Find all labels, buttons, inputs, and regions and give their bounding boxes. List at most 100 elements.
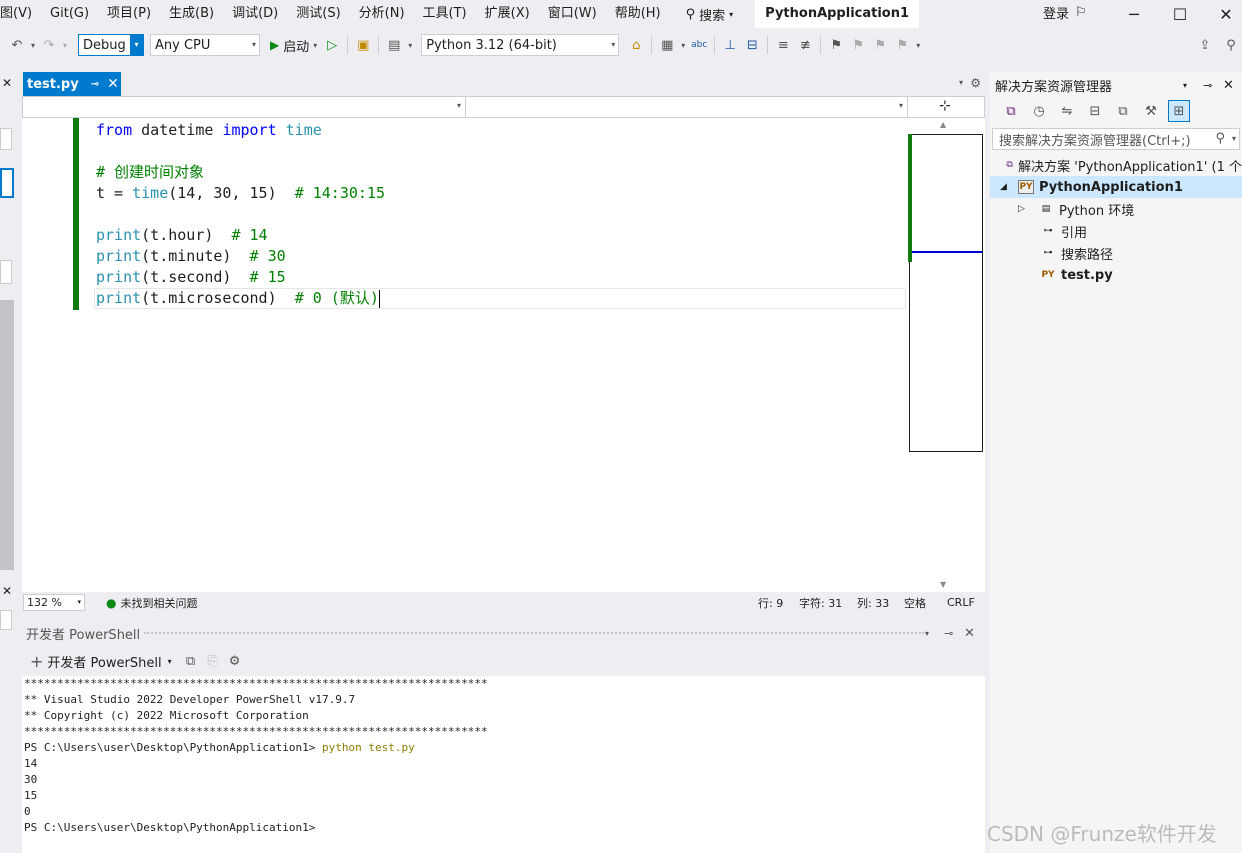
side-tab[interactable] <box>0 128 12 150</box>
expanded-arrow-icon[interactable]: ◢ <box>1000 182 1010 192</box>
zoom-select[interactable]: 132 % ▾ <box>23 594 85 611</box>
align-icon[interactable]: ⊥ <box>719 34 741 56</box>
menu-item[interactable]: 项目(P) <box>98 0 160 28</box>
vs-icon[interactable]: ⧉ <box>1000 100 1022 122</box>
share-icon[interactable]: ⇪ <box>1194 34 1216 56</box>
comment-icon[interactable]: ≡ <box>772 34 794 56</box>
issues-status[interactable]: 未找到相关问题 <box>120 595 197 611</box>
terminal-output-line: 15 <box>24 789 38 802</box>
clear-bookmark-icon[interactable]: ⚑ <box>891 34 913 56</box>
bookmark-icon[interactable]: ⚑ <box>825 34 847 56</box>
collapsed-arrow-icon[interactable]: ▷ <box>1018 204 1028 214</box>
chevron-down-icon[interactable]: ▾ <box>28 34 38 56</box>
window-layout-icon[interactable]: ▤ <box>383 34 405 56</box>
solution-search-input[interactable]: 搜索解决方案资源管理器(Ctrl+;) ⚲ ▾ <box>992 128 1240 150</box>
gear-icon[interactable]: ⚙ <box>970 76 981 90</box>
platform-select[interactable]: Any CPU ▾ <box>150 34 260 56</box>
side-tab[interactable] <box>0 260 12 284</box>
pin-icon[interactable]: ⊸ <box>91 79 99 90</box>
close-icon[interactable]: ✕ <box>1223 78 1234 93</box>
tree-item-solution[interactable]: ⧉ 解决方案 'PythonApplication1' (1 个 <box>990 154 1242 176</box>
copy-icon[interactable]: ⧉ <box>180 650 202 672</box>
menu-item[interactable]: 窗口(W) <box>539 0 606 28</box>
chevron-down-icon[interactable]: ▾ <box>60 34 70 56</box>
history-icon[interactable]: ◷ <box>1028 100 1050 122</box>
gear-icon[interactable]: ⚙ <box>224 650 246 672</box>
login-button[interactable]: 登录 ⚐ <box>1043 3 1087 22</box>
redo-icon[interactable]: ↷ <box>38 34 60 56</box>
scope-select[interactable]: ▾ <box>23 97 466 117</box>
folder-icon[interactable]: ▣ <box>352 34 374 56</box>
pin-icon[interactable]: ⊸ <box>1203 79 1212 92</box>
developer-powershell-panel: 开发者 PowerShell ▾ ⊸ ✕ + 开发者 PowerShell ▾ … <box>22 620 985 853</box>
next-bookmark-icon[interactable]: ⚑ <box>869 34 891 56</box>
wrench-icon[interactable]: ⚒ <box>1140 100 1162 122</box>
close-icon[interactable]: ✕ <box>107 76 119 92</box>
config-select[interactable]: Debug ▾ <box>78 34 144 56</box>
uncomment-icon[interactable]: ≢ <box>794 34 816 56</box>
preview-icon[interactable]: ⊞ <box>1168 100 1190 122</box>
menu-item[interactable]: 调试(D) <box>223 0 287 28</box>
code-line: print(t.second) # 15 <box>96 267 385 288</box>
menu-item[interactable]: 工具(T) <box>414 0 476 28</box>
side-tab[interactable] <box>0 168 14 198</box>
plus-icon[interactable]: + <box>30 652 43 671</box>
side-tab[interactable] <box>0 610 12 630</box>
start-button[interactable]: ▶ 启动 ▾ <box>270 36 317 55</box>
close-icon[interactable]: ✕ <box>2 584 12 598</box>
sync-icon[interactable]: ⇋ <box>1056 100 1078 122</box>
menu-item[interactable]: 生成(B) <box>160 0 223 28</box>
collapse-icon[interactable]: ⊟ <box>1084 100 1106 122</box>
chevron-down-icon[interactable]: ▾ <box>168 657 172 666</box>
tree-item-references[interactable]: ⊶ 引用 <box>990 220 1242 242</box>
scrollbar[interactable] <box>0 300 14 570</box>
paste-icon[interactable]: ⎘ <box>202 650 224 672</box>
undo-icon[interactable]: ↶ <box>6 34 28 56</box>
tree-item-search-paths[interactable]: ⊶ 搜索路径 <box>990 242 1242 264</box>
minimap-scrollbar[interactable]: ▲ ▼ <box>907 118 985 592</box>
split-icon[interactable]: ⊹ <box>939 98 951 114</box>
menu-item[interactable]: Git(G) <box>41 0 98 28</box>
minimap-thumb[interactable] <box>909 134 983 253</box>
member-select[interactable]: ▾ <box>468 97 908 117</box>
format-icon[interactable]: ⊟ <box>741 34 763 56</box>
close-button[interactable]: ✕ <box>1203 0 1242 28</box>
search-button[interactable]: ⚲ 搜索 ▾ <box>676 5 744 24</box>
menu-item[interactable]: 帮助(H) <box>606 0 670 28</box>
maximize-button[interactable]: ☐ <box>1157 0 1203 28</box>
tree-item-python-env[interactable]: ▷ ▤ Python 环境 <box>990 198 1242 220</box>
prev-bookmark-icon[interactable]: ⚑ <box>847 34 869 56</box>
chevron-down-icon[interactable]: ▾ <box>1183 81 1187 90</box>
terminal-output[interactable]: ****************************************… <box>22 676 985 853</box>
chevron-down-icon[interactable]: ▾ <box>678 34 688 56</box>
chevron-down-icon[interactable]: ▾ <box>405 34 415 56</box>
minimize-button[interactable]: ─ <box>1111 0 1157 28</box>
chevron-down-icon[interactable]: ▾ <box>959 78 963 87</box>
feedback-icon[interactable]: ⚲ <box>1220 34 1242 56</box>
chevron-down-icon[interactable]: ▾ <box>913 34 923 56</box>
python-env-select[interactable]: Python 3.12 (64-bit) ▾ <box>421 34 620 56</box>
pin-icon[interactable]: ⊸ <box>944 627 953 640</box>
scroll-down-icon[interactable]: ▼ <box>940 580 946 589</box>
close-icon[interactable]: ✕ <box>2 76 12 90</box>
scroll-up-icon[interactable]: ▲ <box>940 120 946 129</box>
chevron-down-icon: ▾ <box>313 40 318 50</box>
start-without-debug-icon[interactable]: ▷ <box>321 34 343 56</box>
new-terminal-button[interactable]: 开发者 PowerShell <box>47 652 161 671</box>
copy-icon[interactable]: ⧉ <box>1112 100 1134 122</box>
menu-item[interactable]: 测试(S) <box>287 0 349 28</box>
close-icon[interactable]: ✕ <box>964 626 975 641</box>
menu-item[interactable]: 扩展(X) <box>476 0 539 28</box>
eol-indicator[interactable]: CRLF <box>947 596 975 609</box>
menu-item[interactable]: 分析(N) <box>350 0 414 28</box>
chevron-down-icon[interactable]: ▾ <box>925 629 929 638</box>
package-icon[interactable]: ⌂ <box>625 34 647 56</box>
tree-item-test-py[interactable]: PY test.py <box>990 264 1242 286</box>
whitespace-indicator[interactable]: 空格 <box>904 595 926 611</box>
spellcheck-icon[interactable]: abc <box>688 34 710 56</box>
menu-item[interactable]: 图(V) <box>0 0 41 28</box>
editor-tab-test-py[interactable]: test.py ⊸ ✕ <box>23 72 121 96</box>
tree-item-project[interactable]: ◢ PY PythonApplication1 <box>990 176 1242 198</box>
layout-icon[interactable]: ▦ <box>656 34 678 56</box>
code-editor[interactable]: from datetime import time # 创建时间对象 t = tim… <box>22 118 907 592</box>
